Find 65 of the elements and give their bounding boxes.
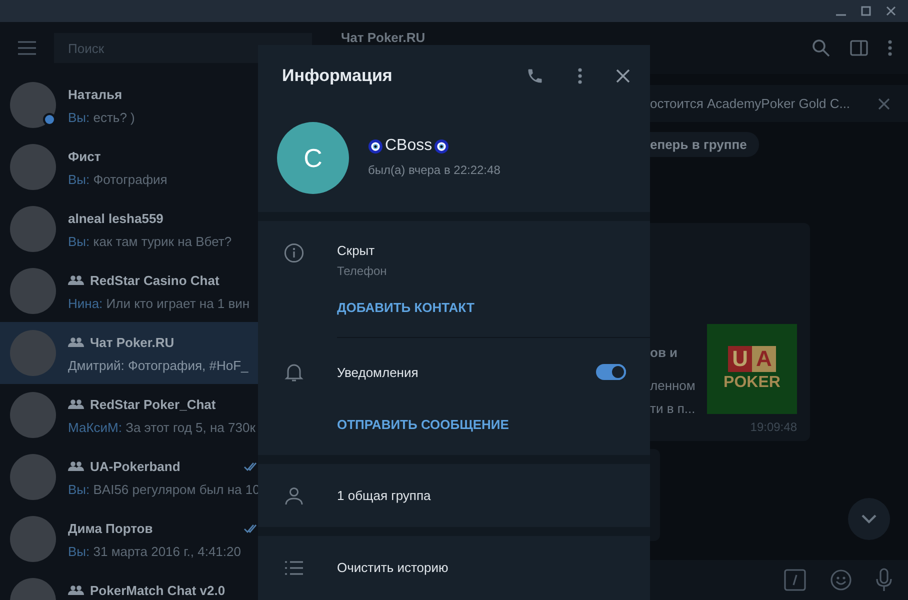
list-icon: [284, 560, 304, 574]
nazar-amulet-icon: [368, 138, 383, 154]
more-icon[interactable]: [578, 68, 582, 84]
message-text: ов и: [650, 345, 679, 360]
chat-name: alneal lesha559: [68, 210, 164, 226]
chevron-down-icon: [861, 514, 877, 524]
avatar-photo: [10, 330, 56, 376]
nazar-amulet-icon: [434, 138, 450, 154]
close-icon[interactable]: [886, 6, 896, 16]
notifications-label: Уведомления: [337, 364, 420, 380]
bell-icon: [284, 362, 304, 382]
avatar-letter: C: [277, 122, 349, 194]
message-time: 19:09:48: [750, 420, 797, 434]
message-preview: Вы: Фотография: [68, 172, 168, 187]
chat-name: UA-Pokerband: [90, 458, 180, 474]
chat-name: Фист: [68, 148, 101, 164]
avatar-photo: [10, 454, 56, 500]
add-contact-link[interactable]: ДОБАВИТЬ КОНТАКТ: [337, 300, 474, 315]
message-preview: Вы: 31 марта 2016 г., 4:41:20: [68, 544, 242, 559]
phone-value: Скрыт: [337, 243, 376, 258]
phone-label: Телефон: [337, 264, 387, 278]
sidebar-toggle-icon[interactable]: [850, 40, 868, 56]
contact-name: CBoss: [385, 137, 432, 155]
phone-icon[interactable]: [526, 67, 544, 85]
chat-title: Чат Poker.RU: [341, 30, 426, 47]
search-icon[interactable]: [812, 39, 830, 57]
send-message-link[interactable]: ОТПРАВИТЬ СООБЩЕНИЕ: [337, 417, 509, 432]
avatar-photo: [10, 516, 56, 562]
message-text: ти в п...: [650, 401, 696, 416]
info-icon: [284, 243, 304, 263]
message-preview: Нина: Или кто играет на 1 вин: [68, 296, 251, 311]
maximize-icon[interactable]: [861, 6, 871, 16]
command-icon[interactable]: [784, 569, 806, 591]
chat-list-item[interactable]: RedStar Casino Chat Нина: Или кто играет на 1 вин: [0, 260, 330, 322]
notifications-toggle[interactable]: [596, 364, 626, 380]
avatar-photo: [10, 144, 56, 190]
message-preview: Дмитрий: Фотография, #HoF_: [68, 358, 250, 373]
avatar-photo: [10, 268, 56, 314]
message-preview: Вы: есть? ): [68, 110, 136, 125]
chat-name: Наталья: [68, 86, 122, 102]
chat-list-item[interactable]: RedStar Poker_Chat МаКсиМ: За этот год 5, на 730к: [0, 384, 330, 446]
ua-poker-logo: U A POKER: [707, 324, 797, 414]
message-text: ленном: [650, 378, 696, 393]
emoji-icon[interactable]: [830, 569, 852, 591]
chat-name: Дима Портов: [68, 520, 153, 536]
pinned-message-text: остоится AcademyPoker Gold C...: [650, 96, 850, 111]
close-icon[interactable]: [616, 69, 630, 83]
chat-name: RedStar Casino Chat: [90, 272, 220, 288]
panel-title: Информация: [282, 66, 394, 86]
avatar-photo: [10, 392, 56, 438]
more-icon[interactable]: [888, 40, 892, 56]
last-seen-status: был(а) вчера в 22:22:48: [368, 163, 500, 177]
chat-name: RedStar Poker_Chat: [90, 396, 216, 412]
chat-name: PokerMatch Chat v2.0: [90, 582, 226, 598]
chat-name: Чат Poker.RU: [90, 334, 174, 350]
menu-icon[interactable]: [18, 41, 36, 55]
close-icon[interactable]: [878, 98, 890, 110]
person-icon: [284, 486, 304, 504]
chat-list-item[interactable]: alneal lesha559 Вы: как там турик на Вбет?: [0, 198, 330, 260]
message-preview: Вы: как там турик на Вбет?: [68, 234, 233, 249]
avatar-photo: [10, 82, 56, 128]
scroll-down-button[interactable]: [848, 498, 890, 540]
message-preview: МаКсиМ: За этот год 5, на 730к: [68, 420, 256, 435]
microphone-icon[interactable]: [876, 568, 892, 592]
avatar-photo: [10, 206, 56, 252]
